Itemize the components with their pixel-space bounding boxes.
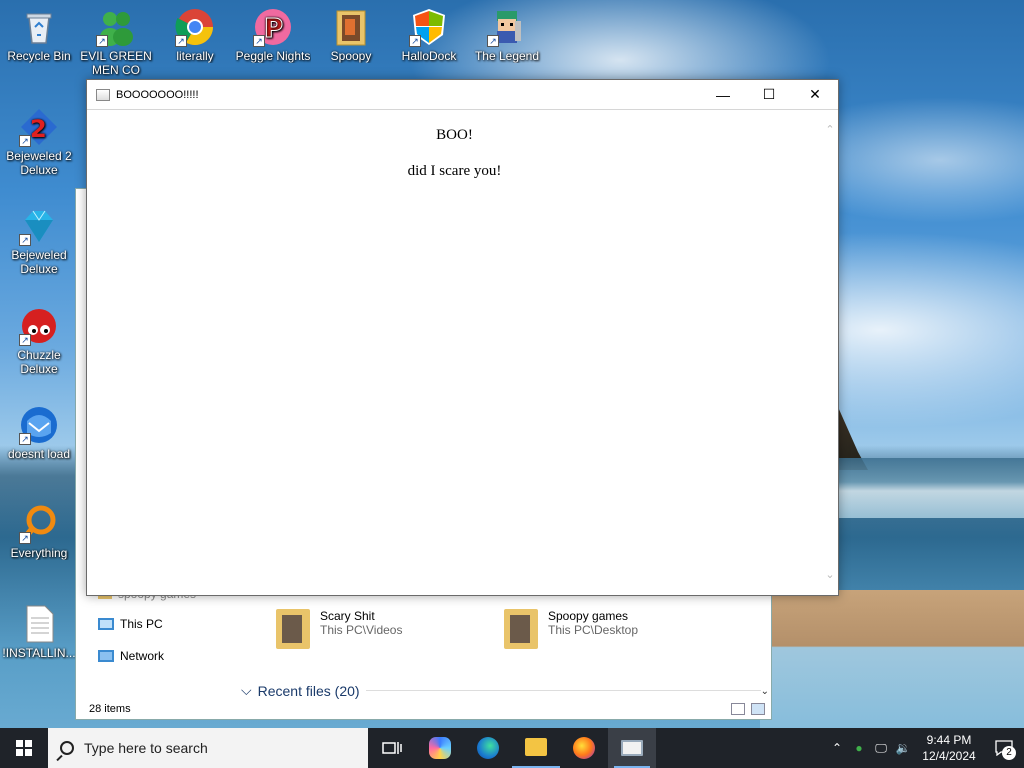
chuzzle-icon: ↗	[19, 306, 59, 346]
computer-icon	[98, 618, 114, 630]
system-tray: ⌃ ● 🖵 🔉 9:44 PM 12/4/2024 2	[826, 728, 1024, 768]
desktop-icon-bejeweled[interactable]: ↗ Bejeweled Deluxe	[1, 206, 77, 276]
desktop-icon-chuzzle[interactable]: ↗ Chuzzle Deluxe	[1, 306, 77, 376]
file-explorer-button[interactable]	[512, 728, 560, 768]
network-icon	[98, 650, 114, 662]
boo-heading: BOO!	[436, 127, 473, 143]
shortcut-arrow-icon: ↗	[19, 135, 31, 147]
desktop-icon-hallodock[interactable]: ↗ HalloDock	[391, 7, 467, 63]
green-people-icon: ↗	[96, 7, 136, 47]
boo-window[interactable]: BOOOOOOO!!!!! — ☐ ✕ BOO! did I scare you…	[86, 79, 839, 596]
shortcut-arrow-icon: ↗	[19, 334, 31, 346]
scroll-down-arrow[interactable]: ⌄	[761, 686, 769, 697]
window-content: BOO! did I scare you!	[87, 111, 822, 595]
app-window-icon	[96, 88, 110, 101]
search-placeholder: Type here to search	[84, 740, 208, 756]
vertical-scrollbar[interactable]: ⌃ ⌄	[822, 111, 838, 595]
volume-icon[interactable]: 🔉	[892, 741, 914, 755]
nav-item-network[interactable]: Network	[98, 647, 164, 665]
shortcut-arrow-icon: ↗	[487, 35, 499, 47]
desktop-icon-literally[interactable]: ↗ literally	[157, 7, 233, 63]
text-file-icon	[19, 604, 59, 644]
window-title: BOOOOOOO!!!!!	[116, 88, 199, 101]
magnifier-icon: ↗	[19, 504, 59, 544]
desktop-icon-the-legend[interactable]: ↗ The Legend	[469, 7, 545, 63]
windows-shield-icon: ↗	[409, 7, 449, 47]
notification-center-button[interactable]: 2	[984, 728, 1024, 768]
folder-icon	[504, 609, 538, 649]
windows-logo-icon	[16, 740, 32, 756]
shortcut-arrow-icon: ↗	[253, 35, 265, 47]
quick-access-item[interactable]: Spoopy games This PC\Desktop	[504, 609, 638, 649]
clock-time: 9:44 PM	[926, 733, 972, 747]
task-view-icon	[382, 742, 402, 754]
nav-item-this-pc[interactable]: This PC	[98, 615, 163, 633]
boo-app-button[interactable]	[608, 728, 656, 768]
shortcut-arrow-icon: ↗	[19, 433, 31, 445]
svg-text:2: 2	[30, 115, 47, 143]
copilot-button[interactable]	[416, 728, 464, 768]
thunderbird-icon: ↗	[19, 405, 59, 445]
quick-access-item[interactable]: Scary Shit This PC\Videos	[276, 609, 402, 649]
desktop-icon-spoopy[interactable]: Spoopy	[313, 7, 389, 63]
desktop-icon-doesnt-load[interactable]: ↗ doesnt load	[1, 405, 77, 461]
desktop-icon-installing[interactable]: !INSTALLIN...	[1, 604, 77, 660]
large-icons-view-icon[interactable]	[751, 703, 765, 715]
folder-icon	[331, 7, 371, 47]
scroll-up-arrow[interactable]: ⌃	[822, 123, 838, 136]
chevron-up-icon[interactable]: ⌃	[826, 741, 848, 755]
edge-icon	[477, 737, 499, 759]
shortcut-arrow-icon: ↗	[96, 35, 108, 47]
file-explorer-icon	[525, 738, 547, 756]
taskbar-search[interactable]: Type here to search	[48, 728, 368, 768]
desktop-icon-recycle-bin[interactable]: Recycle Bin	[1, 7, 77, 63]
bejeweled2-icon: 2 ↗	[19, 107, 59, 147]
svg-text:P: P	[264, 14, 283, 44]
clock[interactable]: 9:44 PM 12/4/2024	[914, 732, 984, 764]
edge-button[interactable]	[464, 728, 512, 768]
shortcut-arrow-icon: ↗	[409, 35, 421, 47]
status-bar-item-count: 28 items	[89, 703, 131, 715]
shortcut-arrow-icon: ↗	[19, 234, 31, 246]
copilot-icon	[429, 737, 451, 759]
title-bar[interactable]: BOOOOOOO!!!!! — ☐ ✕	[87, 80, 838, 110]
scroll-down-arrow[interactable]: ⌄	[822, 568, 838, 581]
wallpaper-beach	[760, 590, 1024, 730]
wallpaper-sea	[820, 458, 1024, 518]
firefox-button[interactable]	[560, 728, 608, 768]
pixel-hero-icon: ↗	[487, 7, 527, 47]
task-view-button[interactable]	[368, 728, 416, 768]
minimize-button[interactable]: —	[700, 80, 746, 110]
taskbar: Type here to search ⌃ ● 🖵 🔉 9:44 PM 12/4…	[0, 728, 1024, 768]
maximize-button[interactable]: ☐	[746, 80, 792, 110]
boo-message: did I scare you!	[407, 163, 502, 179]
close-button[interactable]: ✕	[792, 80, 838, 110]
desktop-icon-peggle-nights[interactable]: P ↗ Peggle Nights	[235, 7, 311, 63]
search-icon	[60, 741, 74, 755]
peggle-icon: P ↗	[253, 7, 293, 47]
boo-app-icon	[621, 740, 643, 756]
desktop-icon-bejeweled-2[interactable]: 2 ↗ Bejeweled 2 Deluxe	[1, 107, 77, 177]
view-toggle-group	[731, 703, 765, 715]
firefox-icon	[573, 737, 595, 759]
start-button[interactable]	[0, 728, 48, 768]
details-view-icon[interactable]	[731, 703, 745, 715]
shortcut-arrow-icon: ↗	[175, 35, 187, 47]
diamond-icon: ↗	[19, 206, 59, 246]
shortcut-arrow-icon: ↗	[19, 532, 31, 544]
network-icon[interactable]: 🖵	[870, 741, 892, 756]
chevron-down-icon: ⌵	[241, 682, 252, 698]
chrome-icon: ↗	[175, 7, 215, 47]
clock-date: 12/4/2024	[922, 749, 976, 763]
recent-files-header[interactable]: ⌵ Recent files (20)	[241, 682, 761, 699]
green-people-tray-icon[interactable]: ●	[848, 741, 870, 755]
desktop-icon-everything[interactable]: ↗ Everything	[1, 504, 77, 560]
divider	[365, 690, 761, 691]
recycle-bin-icon	[19, 7, 59, 47]
folder-icon	[276, 609, 310, 649]
notification-badge: 2	[1002, 746, 1016, 760]
desktop-icon-evil-green-men[interactable]: ↗ EVIL GREEN MEN CO	[78, 7, 154, 77]
